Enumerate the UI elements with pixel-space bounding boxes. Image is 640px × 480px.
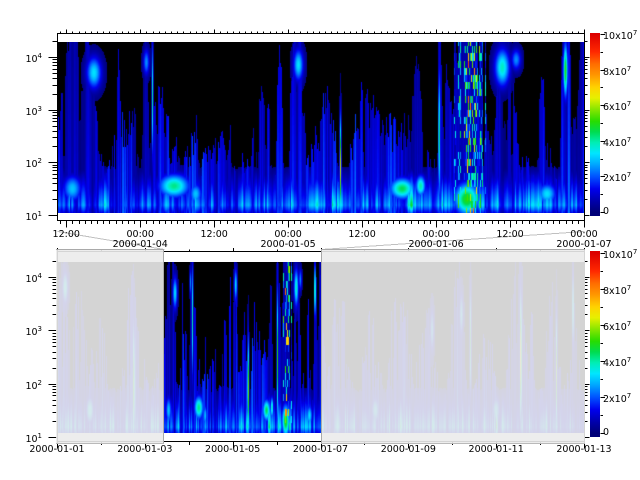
spectrogram-zoom-view: 10110210310410110210310412:0000:002000-0… <box>0 0 640 480</box>
context-dim-overlay-left[interactable] <box>56 249 164 444</box>
context-dim-overlay-right[interactable] <box>321 249 585 444</box>
